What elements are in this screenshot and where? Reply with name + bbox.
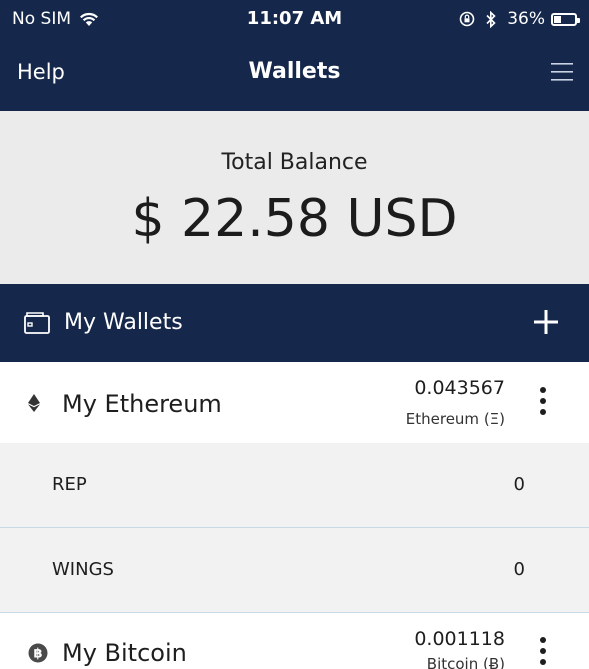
wallet-row-bitcoin[interactable]: ฿ My Bitcoin 0.001118 Bitcoin (Ƀ) <box>0 613 589 669</box>
total-balance-panel: Total Balance $ 22.58 USD <box>0 111 589 284</box>
app-header: No SIM 11:07 AM 36% Help Wallets <box>0 0 589 111</box>
my-wallets-label: My Wallets <box>64 310 183 335</box>
orientation-lock-icon <box>459 11 475 27</box>
token-row-wings[interactable]: WINGS 0 <box>0 528 589 613</box>
hamburger-menu-button[interactable] <box>551 60 573 84</box>
wallet-more-button[interactable] <box>537 387 549 417</box>
wallet-currency: Bitcoin (Ƀ) <box>426 655 505 669</box>
wallet-balance: 0.001118 <box>414 628 505 650</box>
total-balance-label: Total Balance <box>221 150 368 175</box>
total-balance-amount: $ 22.58 USD <box>131 189 458 249</box>
wallet-name: My Ethereum <box>62 390 222 418</box>
my-wallets-header: My Wallets <box>0 284 589 362</box>
token-name: WINGS <box>52 559 114 580</box>
wallet-more-button[interactable] <box>537 637 549 667</box>
wallet-currency: Ethereum (Ξ) <box>405 410 505 428</box>
page-title: Wallets <box>248 59 341 84</box>
token-name: REP <box>52 474 87 495</box>
add-wallet-button[interactable] <box>533 309 559 335</box>
more-vertical-icon <box>540 387 546 393</box>
plus-icon <box>534 310 558 334</box>
token-row-rep[interactable]: REP 0 <box>0 443 589 528</box>
nav-bar: Help Wallets <box>0 48 589 100</box>
svg-text:฿: ฿ <box>33 647 42 662</box>
wallet-row-ethereum[interactable]: My Ethereum 0.043567 Ethereum (Ξ) <box>0 362 589 443</box>
hamburger-icon <box>551 63 573 81</box>
wallet-balance: 0.043567 <box>414 377 505 399</box>
bluetooth-icon <box>486 10 496 28</box>
wallet-name: My Bitcoin <box>62 639 187 667</box>
battery-percent: 36% <box>507 9 545 29</box>
token-balance: 0 <box>513 559 525 580</box>
wallet-icon <box>24 312 50 334</box>
battery-fill <box>554 15 561 23</box>
bitcoin-icon: ฿ <box>28 643 48 663</box>
battery-icon <box>551 12 580 26</box>
status-bar: No SIM 11:07 AM 36% <box>0 0 589 40</box>
ethereum-icon <box>28 394 40 412</box>
status-indicators: 36% <box>459 9 580 29</box>
more-vertical-icon <box>540 637 546 643</box>
token-balance: 0 <box>513 474 525 495</box>
